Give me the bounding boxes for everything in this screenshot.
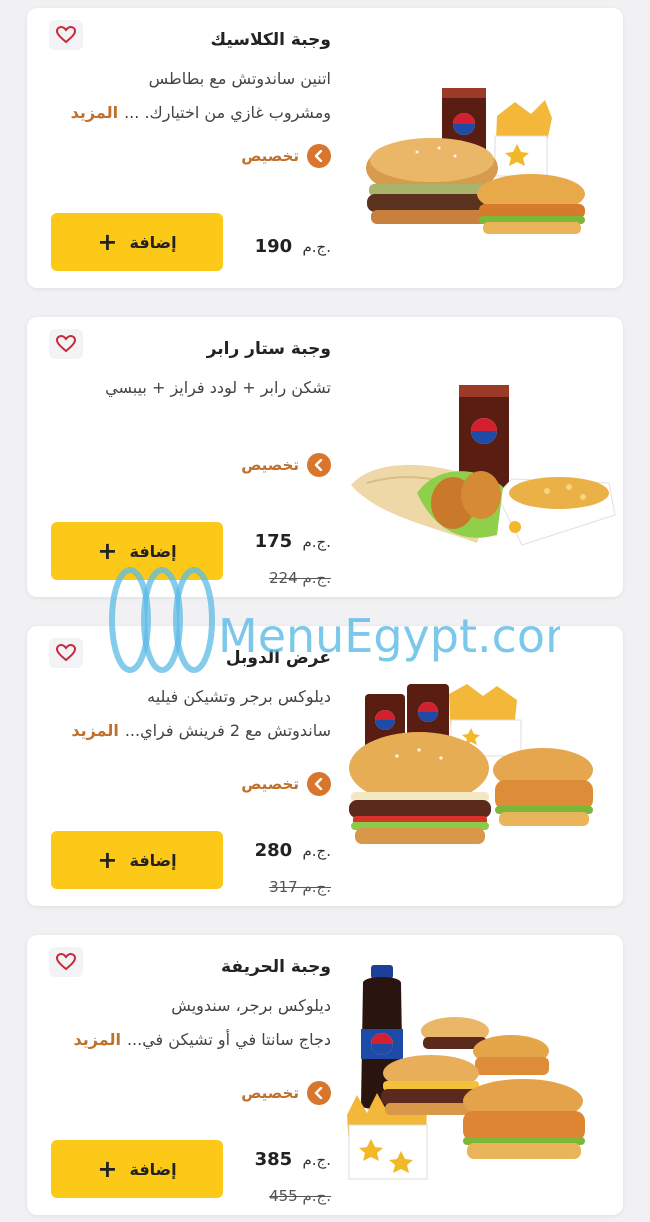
description-text: دجاج سانتا في أو تشيكن في... — [126, 1030, 331, 1049]
item-title: وجبة الكلاسيك — [210, 30, 331, 50]
add-button[interactable]: + إضافة — [51, 522, 223, 580]
item-price: 175 ج.م. — [255, 531, 331, 552]
item-description: ديلوكس برجر، سندويش دجاج سانتا في أو تشي… — [31, 989, 331, 1057]
customize-label: تخصيص — [241, 775, 299, 793]
more-link[interactable]: المزيد — [74, 1030, 121, 1049]
menu-item-card[interactable]: وجبة ستار رابر تشكن رابر + لودد فرايز + … — [27, 317, 623, 597]
plus-icon: + — [97, 537, 118, 565]
customize-label: تخصيص — [241, 456, 299, 474]
item-title: وجبة ستار رابر — [206, 339, 331, 359]
customize-link[interactable]: تخصيص — [241, 1081, 331, 1105]
description-line: ومشروب غازي من اختيارك. ... المزيد — [31, 96, 331, 130]
add-button[interactable]: + إضافة — [51, 831, 223, 889]
spicy-combo-image — [347, 965, 585, 1180]
add-label: إضافة — [129, 850, 177, 870]
item-description: ديلوكس برجر وتشيكن فيليه ساندوتش مع 2 فر… — [31, 680, 331, 748]
item-price: 280 ج.م. — [255, 840, 331, 861]
item-title: وجبة الحريفة — [221, 957, 331, 977]
chevron-left-icon — [307, 772, 331, 796]
add-label: إضافة — [129, 541, 177, 561]
favorite-button[interactable] — [49, 20, 83, 50]
currency-label: ج.م. — [302, 238, 331, 256]
heart-icon — [56, 26, 76, 44]
description-line: ديلوكس برجر وتشيكن فيليه — [147, 687, 331, 706]
double-combo-image — [349, 684, 593, 844]
plus-icon: + — [97, 228, 118, 256]
description-text: ساندوتش مع 2 فرينش فراي... — [124, 721, 331, 740]
menu-item-card[interactable]: وجبة الحريفة ديلوكس برجر، سندويش دجاج سا… — [27, 935, 623, 1215]
description-line: دجاج سانتا في أو تشيكن في... المزيد — [31, 1023, 331, 1057]
item-title: عرض الدوبل — [225, 648, 331, 668]
description-line: ديلوكس برجر، سندويش — [171, 996, 331, 1015]
plus-icon: + — [97, 1155, 118, 1183]
customize-label: تخصيص — [241, 147, 299, 165]
customize-label: تخصيص — [241, 1084, 299, 1102]
more-link[interactable]: المزيد — [71, 721, 118, 740]
old-price: 224 ج.م. — [269, 569, 331, 587]
customize-link[interactable]: تخصيص — [241, 144, 331, 168]
chevron-left-icon — [307, 144, 331, 168]
currency-label: ج.م. — [302, 1151, 331, 1169]
add-button[interactable]: + إضافة — [51, 1140, 223, 1198]
heart-icon — [56, 953, 76, 971]
currency-label: ج.م. — [302, 842, 331, 860]
currency-label: ج.م. — [302, 533, 331, 551]
chevron-left-icon — [307, 453, 331, 477]
description-line: تشكن رابر + لودد فرايز + بيبسي — [105, 378, 331, 397]
customize-link[interactable]: تخصيص — [241, 772, 331, 796]
menu-item-card[interactable]: عرض الدوبل ديلوكس برجر وتشيكن فيليه ساند… — [27, 626, 623, 906]
wrap-combo-image — [351, 385, 616, 546]
price-value: 385 — [254, 1149, 293, 1170]
heart-icon — [56, 335, 76, 353]
more-link[interactable]: المزيد — [71, 103, 118, 122]
old-price: 455 ج.م. — [269, 1187, 331, 1205]
item-price: 385 ج.م. — [255, 1149, 331, 1170]
add-button[interactable]: + إضافة — [51, 213, 223, 271]
favorite-button[interactable] — [49, 947, 83, 977]
plus-icon: + — [97, 846, 118, 874]
description-text: ومشروب غازي من اختيارك. ... — [124, 103, 331, 122]
item-price: 190 ج.م. — [255, 236, 331, 257]
favorite-button[interactable] — [49, 638, 83, 668]
customize-link[interactable]: تخصيص — [241, 453, 331, 477]
burger-combo-image — [366, 88, 585, 234]
chevron-left-icon — [307, 1081, 331, 1105]
menu-item-card[interactable]: وجبة الكلاسيك اتنين ساندوتش مع بطاطس ومش… — [27, 8, 623, 288]
price-value: 175 — [254, 531, 293, 552]
favorite-button[interactable] — [49, 329, 83, 359]
add-label: إضافة — [129, 232, 177, 252]
price-value: 190 — [254, 236, 293, 257]
item-description: اتنين ساندوتش مع بطاطس ومشروب غازي من اخ… — [31, 62, 331, 130]
add-label: إضافة — [129, 1159, 177, 1179]
heart-icon — [56, 644, 76, 662]
price-value: 280 — [254, 840, 293, 861]
item-description: تشكن رابر + لودد فرايز + بيبسي — [31, 371, 331, 405]
description-line: ساندوتش مع 2 فرينش فراي... المزيد — [31, 714, 331, 748]
description-line: اتنين ساندوتش مع بطاطس — [148, 69, 331, 88]
old-price: 317 ج.م. — [269, 878, 331, 896]
